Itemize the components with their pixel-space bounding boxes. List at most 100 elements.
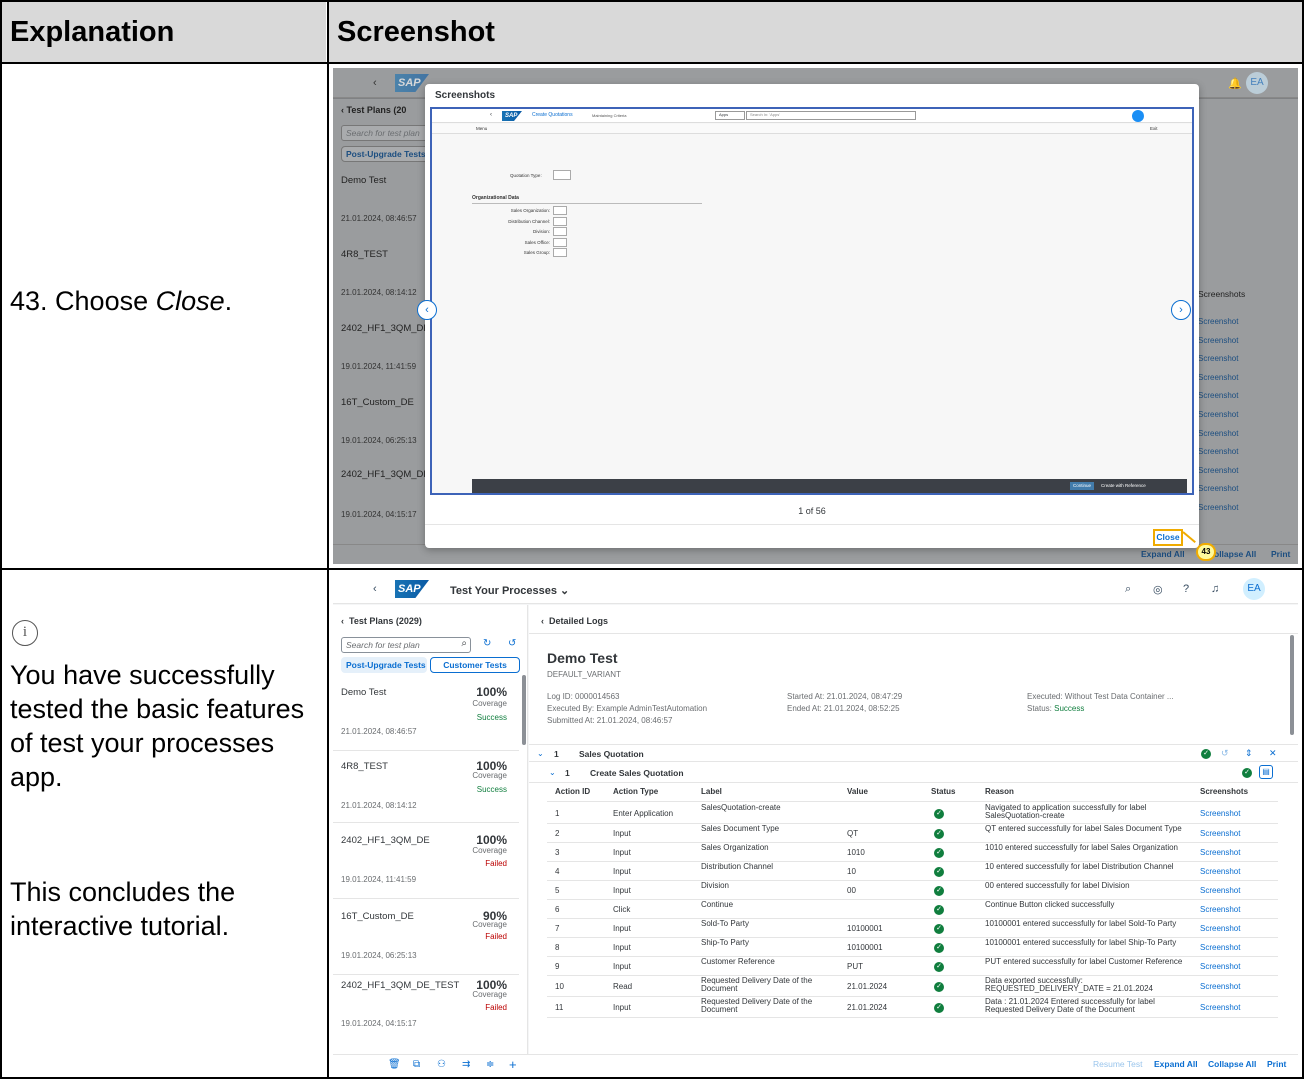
table-row: 1 Enter Application SalesQuotation-create ✓… — [547, 803, 1278, 824]
cell-reason: PUT entered successfully for label Custo… — [985, 957, 1183, 966]
list-item[interactable]: 4R8_TEST 100% Coverage Success 21.01.202… — [333, 751, 519, 823]
table-row: 9 Input Customer Reference PUT ✓ PUT entered … — [547, 957, 1278, 976]
header-screenshot: Screenshot — [329, 2, 1302, 62]
screenshot-link[interactable]: Screenshot — [1200, 962, 1240, 971]
resume-test-button[interactable]: Resume Test — [1093, 1059, 1142, 1069]
search-icon[interactable]: ⌕ — [1125, 583, 1131, 596]
assign-user-icon[interactable]: ⚇ — [437, 1059, 446, 1070]
ended-at: Ended At: 21.01.2024, 08:52:25 — [787, 704, 900, 713]
tab-post-upgrade-tests[interactable]: Post-Upgrade Tests — [341, 657, 427, 673]
success-icon: ✓ — [934, 981, 944, 992]
reload-icon[interactable]: ↺ — [508, 638, 516, 649]
search-input[interactable]: Search for test plan ⌕ — [341, 637, 471, 653]
group-create-sales-quotation[interactable]: ⌄ 1 Create Sales Quotation ✓ ▤ — [529, 763, 1298, 783]
screenshot-link[interactable]: Screenshot — [1200, 943, 1240, 952]
previous-arrow-icon[interactable]: ‹ — [417, 300, 437, 320]
cell-type: Input — [613, 924, 631, 933]
cell-type: Enter Application — [613, 809, 674, 818]
screenshot-link[interactable]: Screenshot — [1200, 1003, 1240, 1012]
close-emphasis: Close — [155, 286, 225, 316]
cell-value: 10 — [847, 867, 856, 876]
cell-id: 4 — [555, 867, 560, 876]
refresh-icon[interactable]: ↻ — [483, 638, 491, 649]
log-id: Log ID: 0000014563 — [547, 692, 620, 701]
cell-type: Input — [613, 867, 631, 876]
copy-icon[interactable]: ⧉ — [413, 1059, 420, 1070]
screenshot-link[interactable]: Screenshot — [1200, 924, 1240, 933]
list-item[interactable]: 16T_Custom_DE 90% Coverage Failed 19.01.… — [333, 899, 519, 975]
avatar[interactable]: EA — [1243, 578, 1265, 600]
success-icon: ✓ — [934, 1002, 944, 1013]
table-row: 2 Input Sales Document Type QT ✓ QT entered s… — [547, 824, 1278, 843]
collapse-all-button[interactable]: Collapse All — [1208, 1059, 1256, 1069]
copilot-icon[interactable]: ◎ — [1153, 583, 1163, 596]
table-row: 8 Input Ship-To Party 10100001 ✓ 10100001 ent… — [547, 938, 1278, 957]
screenshot-link[interactable]: Screenshot — [1200, 829, 1240, 838]
cell-label: Sales Document Type — [701, 824, 780, 833]
cell-type: Input — [613, 848, 631, 857]
screenshot-link[interactable]: Screenshot — [1200, 886, 1240, 895]
pager-text: 1 of 56 — [798, 506, 826, 516]
table-row: 11 Input Requested Delivery Date of the Do… — [547, 997, 1278, 1018]
table-row: 10 Read Requested Delivery Date of the Doc… — [547, 976, 1278, 997]
table-row: 3 Input Sales Organization 1010 ✓ 1010 entere… — [547, 843, 1278, 862]
move-icon[interactable]: ⇉ — [462, 1059, 470, 1070]
screenshots-dialog: Screenshots ‹ SAP Create Quotations Main… — [417, 84, 1199, 548]
step-instruction: 43. Choose Close. — [10, 286, 233, 316]
document-table: Explanation Screenshot 43. Choose Close.… — [0, 0, 1304, 1079]
collapse-icon[interactable]: ✕ — [1269, 748, 1277, 759]
header-explanation: Explanation — [2, 2, 326, 62]
filter-icon[interactable]: ≑ — [486, 1059, 494, 1070]
cell-id: 8 — [555, 943, 560, 952]
group-sales-quotation[interactable]: ⌄ 1 Sales Quotation ✓ ↺ ⇕ ✕ — [529, 744, 1298, 762]
cell-type: Click — [613, 905, 631, 914]
dialog-screenshot-image: ‹ SAP Create Quotations Maintaining Crit… — [430, 107, 1194, 495]
sap-logo: SAP — [395, 580, 429, 598]
cell-reason: 10100001 entered successfully for label … — [985, 938, 1177, 947]
screenshot-link[interactable]: Screenshot — [1200, 809, 1240, 818]
add-icon[interactable]: + — [509, 1057, 517, 1072]
dialog-title: Screenshots — [435, 90, 496, 101]
tab-customer-tests[interactable]: Customer Tests — [430, 657, 520, 673]
next-arrow-icon[interactable]: › — [1171, 300, 1191, 320]
list-item[interactable]: 2402_HF1_3QM_DE 100% Coverage Failed 19.… — [333, 823, 519, 899]
search-input-dim: Search for test plan — [341, 125, 431, 141]
notification-icon[interactable]: ♫ — [1211, 583, 1219, 595]
screenshot-detailed-logs: ‹ SAP Test Your Processes ⌄ ⌕ ◎ ? ♫ EA ‹… — [333, 574, 1298, 1074]
variant-text: DEFAULT_VARIANT — [547, 670, 621, 679]
close-button[interactable]: Close — [1153, 529, 1183, 546]
chevron-down-icon[interactable]: ⌄ — [549, 768, 556, 777]
list-item[interactable]: 2402_HF1_3QM_DE_TEST 100% Coverage Faile… — [333, 975, 519, 1054]
print-button[interactable]: Print — [1267, 1059, 1286, 1069]
history-icon[interactable]: ↺ — [1221, 748, 1229, 759]
test-plans-header: ‹ Test Plans (2029) — [341, 616, 422, 626]
detailed-logs-header[interactable]: ‹ Detailed Logs — [541, 616, 608, 626]
chevron-down-icon[interactable]: ⌄ — [537, 749, 544, 758]
success-icon: ✓ — [934, 904, 944, 915]
expand-all-button[interactable]: Expand All — [1154, 1059, 1198, 1069]
cell-type: Read — [613, 982, 633, 991]
sap-logo: SAP — [395, 74, 429, 92]
delete-icon[interactable]: 🗑 — [388, 1059, 401, 1070]
success-icon: ✓ — [934, 808, 944, 819]
screenshot-icon[interactable]: ▤ — [1259, 765, 1273, 779]
started-at: Started At: 21.01.2024, 08:47:29 — [787, 692, 903, 701]
test-plans-panel: ‹ Test Plans (2029) Search for test plan… — [333, 605, 528, 1054]
screenshot-link[interactable]: Screenshot — [1200, 905, 1240, 914]
app-title[interactable]: Test Your Processes ⌄ — [450, 584, 569, 597]
search-icon[interactable]: ⌕ — [461, 638, 467, 649]
screenshot-link[interactable]: Screenshot — [1200, 867, 1240, 876]
sort-icon[interactable]: ⇕ — [1245, 748, 1253, 759]
completion-message: You have successfully tested the basic f… — [10, 660, 305, 792]
cell-value: PUT — [847, 962, 863, 971]
cell-reason: Data : 21.01.2024 Entered successfully f… — [985, 997, 1155, 1014]
cell-id: 2 — [555, 829, 560, 838]
screenshot-link[interactable]: Screenshot — [1200, 982, 1240, 991]
back-icon[interactable]: ‹ — [373, 583, 377, 595]
list-item[interactable]: Demo Test 100% Coverage Success 21.01.20… — [333, 677, 519, 751]
submitted-at: Submitted At: 21.01.2024, 08:46:57 — [547, 716, 673, 725]
conclusion-message: This concludes the interactive tutorial. — [10, 877, 236, 941]
seg-post-dim: Post-Upgrade Tests — [341, 146, 431, 162]
help-icon[interactable]: ? — [1183, 583, 1189, 595]
screenshot-link[interactable]: Screenshot — [1200, 848, 1240, 857]
